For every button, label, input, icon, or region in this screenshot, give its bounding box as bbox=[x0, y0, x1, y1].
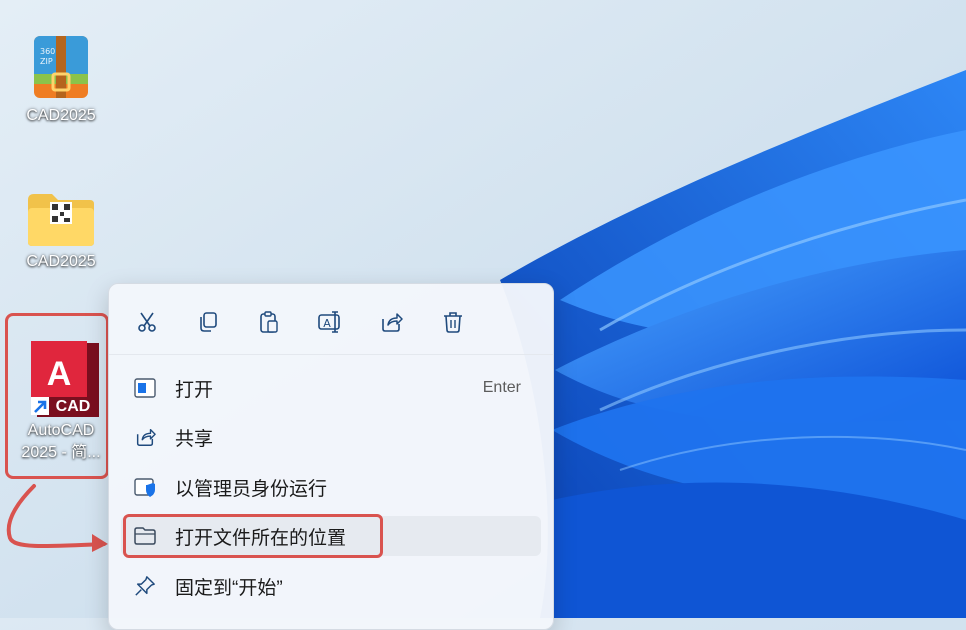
menu-item-label: 以管理员身份运行 bbox=[175, 478, 328, 500]
pin-icon bbox=[133, 574, 157, 598]
admin-shield-icon bbox=[133, 475, 157, 499]
context-menu-toolbar: A bbox=[109, 284, 553, 354]
menu-item-run-as-admin[interactable]: 以管理员身份运行 bbox=[121, 467, 541, 507]
annotation-highlight-box bbox=[5, 313, 109, 479]
share-icon bbox=[133, 425, 157, 449]
annotation-menu-highlight bbox=[123, 514, 383, 558]
folder-icon bbox=[28, 194, 94, 246]
trash-icon bbox=[444, 312, 462, 333]
menu-item-label: 共享 bbox=[175, 428, 214, 450]
rename-icon: A bbox=[318, 311, 340, 333]
menu-item-open[interactable]: 打开 Enter bbox=[121, 368, 541, 408]
menu-item-shortcut: Enter bbox=[482, 379, 521, 396]
desktop-icon-label: CAD2025 bbox=[26, 107, 96, 124]
menu-item-label: 固定到“开始” bbox=[175, 577, 283, 599]
desktop-icon-cad2025-archive[interactable]: 360 ZIP CAD2025 bbox=[13, 30, 109, 126]
svg-text:A: A bbox=[323, 317, 331, 330]
menu-item-share[interactable]: 共享 bbox=[121, 417, 541, 457]
copy-button[interactable] bbox=[190, 304, 226, 340]
menu-item-label: 打开 bbox=[175, 379, 214, 401]
svg-text:ZIP: ZIP bbox=[40, 57, 53, 66]
desktop-icon-cad2025-folder[interactable]: CAD2025 bbox=[13, 190, 109, 272]
cut-button[interactable] bbox=[129, 304, 165, 340]
360zip-archive-icon: 360 ZIP bbox=[34, 36, 88, 98]
annotation-arrow bbox=[6, 484, 108, 552]
toolbar-divider bbox=[109, 354, 553, 355]
rename-button[interactable]: A bbox=[312, 304, 348, 340]
app-window-icon bbox=[133, 376, 157, 400]
copy-icon bbox=[200, 312, 217, 332]
desktop-icon-label: CAD2025 bbox=[26, 253, 96, 270]
share-button[interactable] bbox=[373, 304, 409, 340]
paste-button[interactable] bbox=[251, 304, 287, 340]
delete-button[interactable] bbox=[435, 304, 471, 340]
svg-text:360: 360 bbox=[40, 47, 55, 56]
scissors-icon bbox=[138, 312, 156, 332]
context-menu: A 打开 Enter 共享 以管理员身份运行 打开文件所在的位置 固定到“开始” bbox=[108, 283, 554, 630]
menu-item-pin-to-start[interactable]: 固定到“开始” bbox=[121, 566, 541, 606]
share-icon bbox=[382, 313, 403, 332]
clipboard-icon bbox=[260, 311, 278, 333]
